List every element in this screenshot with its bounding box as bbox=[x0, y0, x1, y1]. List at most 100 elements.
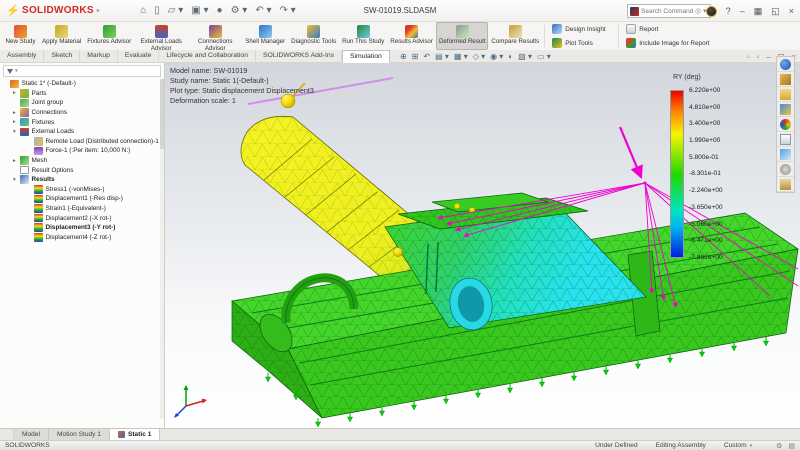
tree-item[interactable]: ▾ Results bbox=[0, 175, 164, 185]
search-input[interactable] bbox=[641, 8, 693, 15]
save-icon[interactable]: ▣ ▾ bbox=[191, 5, 208, 16]
ribbon-button[interactable]: Apply Material ▾ bbox=[39, 22, 84, 50]
edit-appearance-icon[interactable]: ◐ bbox=[508, 52, 513, 61]
ribbon-button-label: Compare Results bbox=[491, 39, 539, 46]
home-icon bbox=[780, 179, 791, 190]
task-pane-button[interactable] bbox=[777, 147, 794, 162]
user-avatar[interactable] bbox=[706, 6, 717, 17]
ribbon-button[interactable]: Connections Advisor ▾ bbox=[188, 22, 242, 50]
command-tab[interactable]: Markup bbox=[80, 50, 118, 63]
hide-show-icon[interactable]: ◉ ▾ bbox=[490, 52, 503, 61]
ribbon-button-label: External Loads Advisor bbox=[137, 39, 185, 53]
tab-splitter[interactable] bbox=[0, 429, 14, 440]
apply-scene-icon[interactable]: ▧ ▾ bbox=[518, 52, 532, 61]
filter-caret-icon[interactable]: ▾ bbox=[15, 68, 18, 74]
help-icon[interactable]: ? bbox=[726, 6, 731, 16]
options-icon[interactable]: ⚙ ▾ bbox=[231, 5, 248, 16]
tree-item[interactable]: Remote Load (Distributed connection)-1 (… bbox=[0, 137, 164, 147]
tree-item[interactable]: Joint group bbox=[0, 98, 164, 108]
legend-value: -7.881e+00 bbox=[689, 254, 723, 261]
task-pane-button[interactable] bbox=[777, 72, 794, 87]
tree-filter-box[interactable]: ▾ bbox=[3, 65, 161, 77]
tree-item[interactable]: Displacement2 (-X rot-) bbox=[0, 213, 164, 223]
home-icon[interactable]: ⌂ bbox=[140, 5, 146, 16]
task-pane-button[interactable] bbox=[777, 162, 794, 177]
expand-arrow-icon[interactable]: ▸ bbox=[13, 158, 20, 164]
pane-window-icon[interactable]: ▫ bbox=[757, 52, 760, 61]
bottom-tab[interactable]: Motion Study 1 bbox=[49, 429, 110, 440]
ribbon-button[interactable]: Compare Results ▾ bbox=[488, 22, 542, 50]
expand-arrow-icon[interactable]: ▾ bbox=[13, 129, 20, 135]
zoom-area-icon[interactable]: ⊞ bbox=[412, 52, 419, 61]
command-tab-strip: Assembly Sketch Markup Evaluate Lifecycl… bbox=[0, 50, 800, 63]
tree-item[interactable]: Strain1 (-Equivalent-) bbox=[0, 204, 164, 214]
task-pane-button[interactable] bbox=[777, 177, 794, 192]
search-box[interactable]: ◎ ▾ bbox=[627, 4, 711, 18]
logo-caret-icon[interactable]: ▸ bbox=[97, 7, 100, 14]
expand-arrow-icon[interactable]: ▸ bbox=[13, 119, 20, 125]
command-tab[interactable]: Sketch bbox=[44, 50, 80, 63]
ribbon-small-button[interactable]: Include Image for Report bbox=[626, 38, 709, 48]
undo-icon[interactable]: ↶ ▾ bbox=[255, 5, 271, 16]
view-orientation-icon[interactable]: ▦ ▾ bbox=[454, 52, 468, 61]
ribbon-button[interactable]: Fixtures Advisor ▾ bbox=[84, 22, 134, 50]
task-pane-button[interactable] bbox=[777, 132, 794, 147]
tree-item[interactable]: Stress1 (-vonMises-) bbox=[0, 185, 164, 195]
units-dropdown[interactable]: Custom ▾ bbox=[724, 442, 752, 449]
ribbon-small-button[interactable]: Design Insight ▾ bbox=[552, 24, 611, 34]
display-style-icon[interactable]: ◇ ▾ bbox=[473, 52, 485, 61]
tree-item[interactable]: Displacement1 (-Res disp-) bbox=[0, 194, 164, 204]
command-tab[interactable]: Simulation bbox=[342, 50, 390, 63]
settings-icon[interactable]: ⚙ bbox=[776, 442, 782, 450]
command-tab[interactable]: SOLIDWORKS Add-Ins bbox=[256, 50, 342, 63]
section-view-icon[interactable]: ▤ ▾ bbox=[435, 52, 449, 61]
task-pane-button[interactable] bbox=[777, 102, 794, 117]
open-icon[interactable]: ▱ ▾ bbox=[168, 5, 184, 16]
ribbon-button[interactable]: New Study ▾ bbox=[2, 22, 39, 50]
minimize-icon[interactable]: – bbox=[740, 6, 745, 16]
bottom-tab[interactable]: Model bbox=[14, 429, 49, 440]
new-document-icon[interactable]: ▯ bbox=[154, 5, 160, 16]
expand-arrow-icon[interactable]: ▾ bbox=[13, 177, 20, 183]
orientation-triad bbox=[174, 385, 207, 418]
sheet-icon[interactable]: ▤ bbox=[788, 442, 795, 450]
tree-item[interactable]: Displacement4 (-Z rot-) bbox=[0, 233, 164, 243]
print-icon[interactable]: ● bbox=[217, 5, 223, 16]
tree-item[interactable]: ▸ Connections bbox=[0, 108, 164, 118]
expand-arrow-icon[interactable]: ▸ bbox=[13, 90, 20, 96]
bottom-tab[interactable]: Static 1 bbox=[110, 429, 160, 440]
tree-item[interactable]: Static 1* (-Default-) bbox=[0, 79, 164, 89]
ribbon-button[interactable]: Deformed Result ▾ bbox=[436, 22, 488, 50]
grid-icon[interactable]: ▦ bbox=[754, 6, 763, 17]
preview-window-icon[interactable]: ▫ bbox=[747, 52, 750, 61]
task-pane-button[interactable] bbox=[777, 87, 794, 102]
ribbon-small-button[interactable]: Plot Tools ▾ bbox=[552, 38, 611, 48]
expand-arrow-icon[interactable]: ▸ bbox=[13, 110, 20, 116]
tree-item[interactable]: ▸ Fixtures bbox=[0, 117, 164, 127]
ribbon-button[interactable]: Run This Study ▾ bbox=[339, 22, 387, 50]
zoom-fit-icon[interactable]: ⊕ bbox=[400, 52, 407, 61]
view-settings-icon[interactable]: ▭ ▾ bbox=[537, 52, 551, 61]
tree-scrollbar[interactable] bbox=[160, 79, 164, 419]
ribbon-button[interactable]: Results Advisor ▾ bbox=[387, 22, 436, 50]
tree-item[interactable]: ▾ External Loads bbox=[0, 127, 164, 137]
previous-view-icon[interactable]: ↶ bbox=[423, 52, 430, 61]
tree-item[interactable]: Result Options bbox=[0, 165, 164, 175]
tree-item[interactable]: ▸ Mesh bbox=[0, 156, 164, 166]
minimize-doc-icon[interactable]: – bbox=[766, 52, 770, 61]
ribbon-button[interactable]: External Loads Advisor ▾ bbox=[134, 22, 188, 50]
ribbon-button[interactable]: Diagnostic Tools ▾ bbox=[288, 22, 339, 50]
graphics-viewport[interactable]: Model name: SW-01019 Study name: Static … bbox=[165, 63, 800, 428]
tree-item[interactable]: ▸ Parts bbox=[0, 89, 164, 99]
tree-item[interactable]: Force-1 (:Per item: 10,000 N:) bbox=[0, 146, 164, 156]
legend-value: 5.800e-01 bbox=[689, 154, 723, 161]
task-pane-button[interactable] bbox=[777, 57, 794, 72]
restore-icon[interactable]: ◱ bbox=[771, 6, 780, 17]
command-tab[interactable]: Assembly bbox=[0, 50, 44, 63]
tree-item[interactable]: Displacement3 (-Y rot-) bbox=[0, 223, 164, 233]
ribbon-button[interactable]: Shell Manager ▾ bbox=[242, 22, 288, 50]
close-icon[interactable]: × bbox=[789, 6, 794, 16]
task-pane-button[interactable] bbox=[777, 117, 794, 132]
redo-icon[interactable]: ↷ ▾ bbox=[280, 5, 296, 16]
ribbon-small-button[interactable]: Report bbox=[626, 24, 709, 34]
